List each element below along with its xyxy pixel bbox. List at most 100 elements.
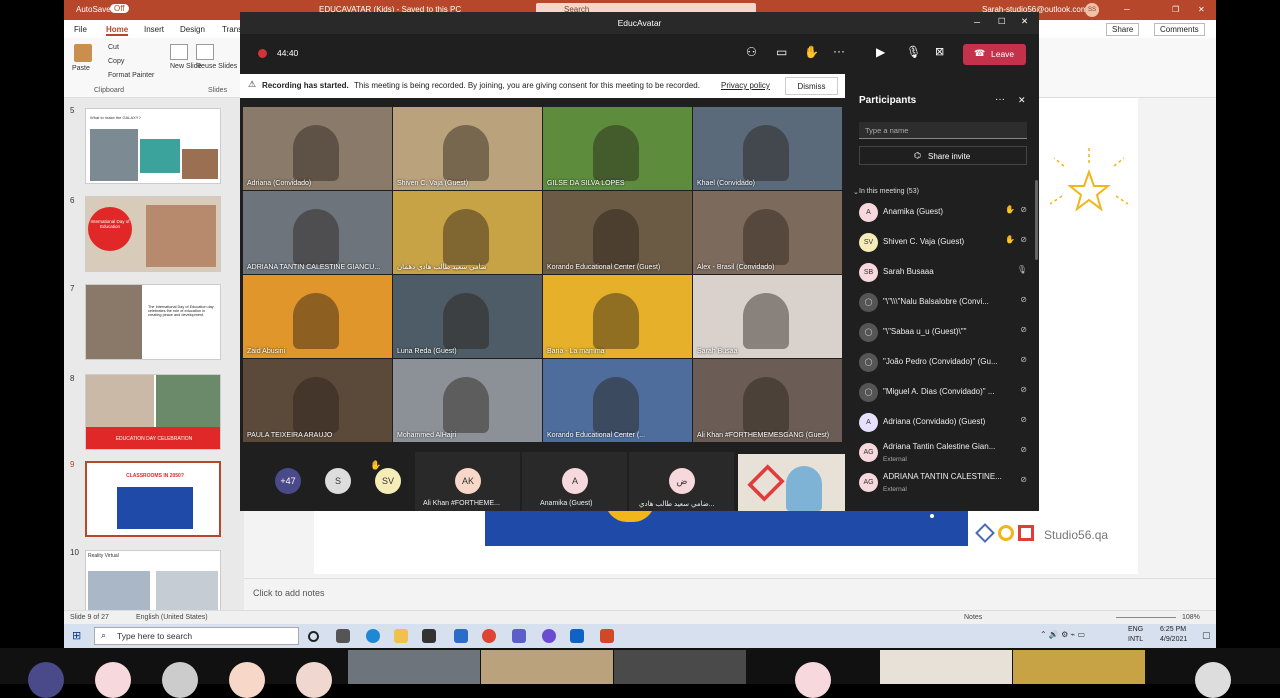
mic-muted-icon[interactable]: ⊘ [1020,445,1027,454]
chat-icon[interactable]: ▭ [776,45,787,59]
task-view-icon[interactable] [336,629,350,643]
participant-tile[interactable]: A Anamika (Guest) [522,452,627,511]
minimize-icon[interactable]: ─ [974,17,980,27]
teams-icon[interactable] [512,629,526,643]
participant-avatar[interactable] [28,662,64,698]
tab-file[interactable]: File [74,25,87,34]
copy-button[interactable]: Copy [108,58,124,65]
notifications-icon[interactable]: ▢ [1202,630,1211,641]
leave-button[interactable]: ☎ Leave [963,44,1026,65]
participant-row[interactable]: AG Adriana Tantin Calestine Gian... Extern… [859,438,1029,466]
close-panel-icon[interactable]: ✕ [1018,95,1026,106]
powerpoint-icon[interactable] [600,629,614,643]
keyboard-lang[interactable]: ENG [1128,626,1143,633]
participant-avatar[interactable] [95,662,131,698]
keyboard-layout[interactable]: INTL [1128,636,1143,643]
paste-label[interactable]: Paste [72,65,90,72]
video-tile[interactable]: Shiven C. Vaja (Guest) [393,107,542,190]
participant-avatar[interactable] [1195,662,1231,698]
store-icon[interactable] [422,629,436,643]
browser-icon[interactable] [542,629,556,643]
participant-avatar[interactable] [795,662,831,698]
slide-thumbnail[interactable]: EDUCATION DAY CELEBRATION [85,374,221,450]
video-tile[interactable]: Sarah Busaa [693,275,842,358]
video-tile[interactable]: ضامي سعيد طالب هادي دهمان [393,191,542,274]
autosave-toggle[interactable]: Off [110,4,129,13]
tray-icons[interactable]: ⌃ 🔊 ⚙ ⌁ ▭ [1040,630,1085,639]
close-icon[interactable]: ✕ [1198,5,1205,14]
participants-icon[interactable]: ⚇ [746,45,757,59]
close-icon[interactable]: ✕ [1021,16,1028,27]
comments-button[interactable]: Comments [1154,23,1205,36]
participant-avatar[interactable] [229,662,265,698]
mic-muted-icon[interactable]: ⊘ [1020,235,1027,244]
maximize-icon[interactable]: ☐ [998,16,1006,27]
mic-muted-icon[interactable]: ⊘ [1020,355,1027,364]
tab-design[interactable]: Design [180,25,205,34]
outlook-icon[interactable] [570,629,584,643]
microphone-icon[interactable]: 🎙 [1017,265,1027,274]
clock-date[interactable]: 4/9/2021 [1160,636,1187,643]
mic-muted-icon[interactable]: ⊘ [1020,475,1027,484]
participant-row[interactable]: ◯ "\"Sabaa u_u (Guest)\"" ⊘ [859,318,1029,346]
participant-row[interactable]: SB Sarah Busaaa 🎙 [859,258,1029,286]
mic-muted-icon[interactable]: ⊘ [1020,385,1027,394]
slide-thumbnail[interactable]: International Day of Education [85,196,221,272]
video-tile[interactable]: ADRIANA TANTIN CALESTINE GIANCU... [243,191,392,274]
mic-muted-icon[interactable]: ⊘ [1020,295,1027,304]
windows-start-icon[interactable]: ⊞ [72,629,81,642]
participant-row[interactable]: AG ADRIANA TANTIN CALESTINE... External ⊘ [859,468,1029,496]
tab-home[interactable]: Home [106,25,129,36]
scrollbar[interactable] [1035,180,1038,260]
participant-avatar[interactable]: SV [375,468,401,494]
video-thumbnail[interactable] [1013,650,1145,684]
reactions-icon[interactable]: ✋ [804,45,819,59]
slide-thumbnail[interactable]: The International Day of Education day c… [85,284,221,360]
share-screen-icon[interactable]: ⊠ [935,45,944,58]
restore-icon[interactable]: ❐ [1172,5,1179,14]
cut-button[interactable]: Cut [108,44,119,51]
participant-avatar[interactable] [162,662,198,698]
video-tile[interactable]: Alex - Brasil (Convidado) [693,191,842,274]
account-avatar[interactable]: SS [1085,3,1099,17]
participant-row[interactable]: ◯ "Miguel A. Dias (Convidado)" ... ⊘ [859,378,1029,406]
self-view-video[interactable] [738,454,845,511]
dismiss-button[interactable]: Dismiss [785,77,838,95]
notes-placeholder[interactable]: Click to add notes [253,588,325,598]
participant-tile[interactable]: AK Ali Khan #FORTHEME... [415,452,520,511]
reuse-slides-button[interactable]: Reuse Slides [196,63,237,70]
file-explorer-icon[interactable] [394,629,408,643]
participant-avatar[interactable] [296,662,332,698]
notes-button[interactable]: Notes [964,614,982,621]
slide-thumbnail-selected[interactable]: CLASSROOMS IN 2050? [85,461,221,537]
video-tile[interactable]: Mohammed AlHajri [393,359,542,442]
taskbar-search[interactable]: ⌕ Type here to search [94,627,299,645]
mic-muted-icon[interactable]: ⊘ [1020,205,1027,214]
video-tile[interactable]: Baria - La mamma [543,275,692,358]
camera-icon[interactable]: ▶ [876,45,885,59]
video-tile[interactable]: Khael (Convidado) [693,107,842,190]
more-options-icon[interactable]: ··· [995,94,1005,105]
participant-row[interactable]: A Adriana (Convidado) (Guest) ⊘ [859,408,1029,436]
participant-row[interactable]: A Anamika (Guest) ✋ ⊘ [859,198,1029,226]
share-invite-button[interactable]: ⌬ Share invite [859,146,1027,165]
minimize-icon[interactable]: ─ [1124,5,1130,14]
participant-tile[interactable]: ض ضامي سعيد طالب هادي... [629,452,734,511]
video-tile[interactable]: Ali Khan #FORTHEMEMESGANG (Guest) [693,359,842,442]
clock-time[interactable]: 6:25 PM [1160,626,1186,633]
participant-avatar[interactable]: S [325,468,351,494]
mic-muted-icon[interactable]: ⊘ [1020,415,1027,424]
video-thumbnail[interactable] [614,650,746,684]
tab-insert[interactable]: Insert [144,25,164,34]
new-slide-icon[interactable] [170,44,188,60]
video-tile[interactable]: GILSE DA SILVA LOPES [543,107,692,190]
more-options-icon[interactable]: ··· [833,44,845,58]
share-button[interactable]: Share [1106,23,1140,36]
cortana-icon[interactable] [308,631,319,642]
slide-thumbnail[interactable]: What to make the GALAXY? [85,108,221,184]
privacy-policy-link[interactable]: Privacy policy [721,81,770,90]
video-thumbnail[interactable] [481,650,613,684]
participant-row[interactable]: SV Shiven C. Vaja (Guest) ✋ ⊘ [859,228,1029,256]
participant-search-input[interactable]: Type a name [859,122,1027,139]
mail-icon[interactable] [454,629,468,643]
